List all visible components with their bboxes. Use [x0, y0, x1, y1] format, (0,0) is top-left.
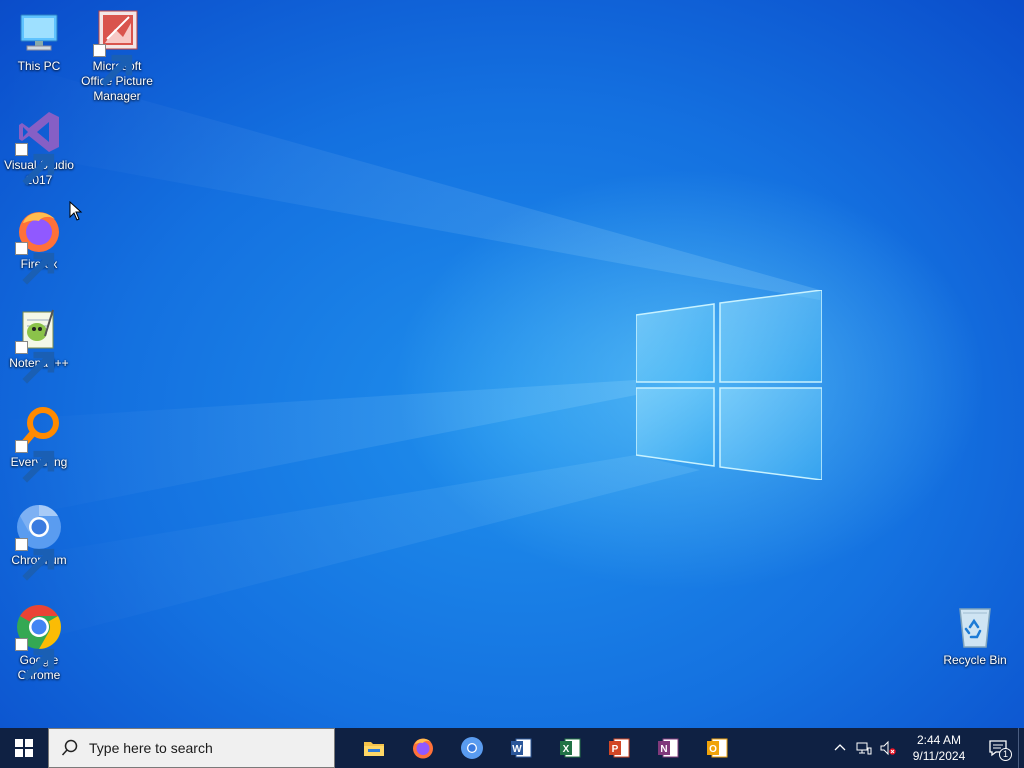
- everything-icon: [15, 405, 63, 483]
- shortcut-arrow-icon: [15, 242, 55, 285]
- pinned-apps: W X P N O: [349, 728, 741, 768]
- svg-text:P: P: [611, 744, 618, 755]
- clock-time: 2:44 AM: [916, 733, 962, 747]
- notepadpp-icon: [15, 306, 63, 384]
- windows-logo-wallpaper: [636, 290, 822, 480]
- chrome-icon: [15, 603, 63, 681]
- clock-date: 9/11/2024: [912, 749, 966, 763]
- taskbar-outlook[interactable]: O: [692, 728, 741, 768]
- windows-start-icon: [15, 739, 33, 757]
- firefox-icon: [15, 207, 63, 285]
- taskbar-excel[interactable]: X: [545, 728, 594, 768]
- mouse-cursor-icon: [69, 201, 83, 221]
- action-center-button[interactable]: 1: [978, 728, 1018, 768]
- network-button[interactable]: [852, 728, 876, 768]
- volume-muted-icon: [880, 740, 896, 756]
- search-placeholder: Type here to search: [89, 740, 213, 756]
- svg-text:N: N: [660, 744, 667, 755]
- chromium-icon: [460, 737, 483, 759]
- desktop-icon-firefox[interactable]: Firefox: [0, 207, 78, 285]
- visual-studio-icon: [15, 108, 63, 186]
- wallpaper-light-beams: [0, 60, 820, 650]
- desktop-icon-chrome[interactable]: Google Chrome: [0, 603, 78, 683]
- shortcut-arrow-icon: [15, 638, 55, 681]
- taskbar-clock[interactable]: 2:44 AM 9/11/2024: [904, 732, 974, 764]
- svg-text:O: O: [709, 744, 717, 755]
- desktop-icon-chromium[interactable]: Chromium: [0, 503, 78, 581]
- taskbar-search-box[interactable]: Type here to search: [48, 728, 335, 768]
- desktop-icon-this-pc[interactable]: This PC: [0, 9, 78, 74]
- svg-text:W: W: [512, 744, 522, 755]
- chevron-up-icon: [834, 744, 846, 751]
- desktop-icon-visual-studio[interactable]: Visual Studio 2017: [0, 108, 78, 188]
- search-icon: [61, 739, 78, 756]
- taskbar-chromium[interactable]: [447, 728, 496, 768]
- excel-icon: X: [559, 738, 580, 758]
- shortcut-arrow-icon: [15, 440, 55, 483]
- system-tray: 2:44 AM 9/11/2024 1: [828, 728, 1024, 768]
- desktop-icon-recycle-bin[interactable]: Recycle Bin: [936, 603, 1014, 668]
- this-pc-icon: [15, 9, 63, 57]
- powerpoint-icon: P: [608, 738, 629, 758]
- file-explorer-icon: [363, 742, 384, 756]
- notification-count-badge: 1: [999, 748, 1012, 761]
- svg-text:X: X: [562, 744, 569, 755]
- desktop-icon-notepadpp[interactable]: Notepad++: [0, 306, 78, 384]
- taskbar-file-explorer[interactable]: [349, 728, 398, 768]
- taskbar-word[interactable]: W: [496, 728, 545, 768]
- onenote-icon: N: [657, 738, 678, 758]
- shortcut-arrow-icon: [15, 538, 55, 581]
- desktop-icon-picture-manager[interactable]: Microsoft Office Picture Manager: [78, 9, 156, 104]
- outlook-icon: O: [706, 738, 727, 758]
- desktop-background: This PC Microsoft Office Picture Manager…: [0, 0, 1024, 728]
- desktop-icon-everything[interactable]: Everything: [0, 405, 78, 483]
- show-hidden-icons-button[interactable]: [828, 728, 852, 768]
- desktop-icon-label: Recycle Bin: [943, 653, 1007, 667]
- firefox-icon: [412, 738, 433, 759]
- taskbar-powerpoint[interactable]: P: [594, 728, 643, 768]
- desktop-icon-label: This PC: [17, 59, 61, 73]
- shortcut-arrow-icon: [93, 44, 133, 87]
- chromium-icon: [15, 503, 63, 581]
- recycle-bin-icon: [951, 603, 999, 651]
- word-icon: W: [510, 738, 531, 758]
- network-icon: [856, 742, 872, 755]
- start-button[interactable]: [0, 728, 48, 768]
- taskbar: Type here to search W X P N O 2:44 AM 9/…: [0, 728, 1024, 768]
- taskbar-firefox[interactable]: [398, 728, 447, 768]
- picture-manager-icon: [93, 9, 141, 87]
- show-desktop-button[interactable]: [1018, 728, 1024, 768]
- shortcut-arrow-icon: [15, 143, 55, 186]
- taskbar-onenote[interactable]: N: [643, 728, 692, 768]
- volume-button[interactable]: [876, 728, 900, 768]
- shortcut-arrow-icon: [15, 341, 55, 384]
